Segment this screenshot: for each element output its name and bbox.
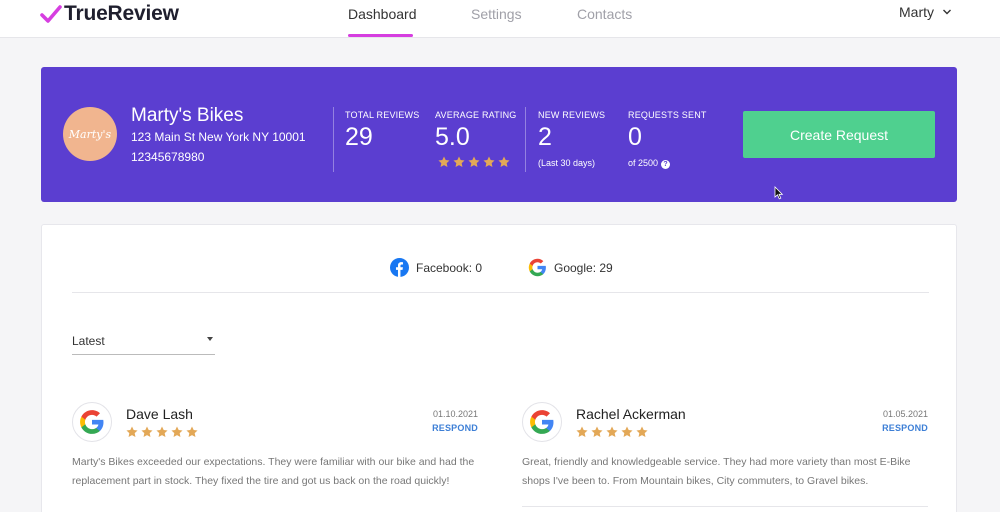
user-menu[interactable]: Marty <box>899 4 952 20</box>
chevron-down-icon <box>943 9 951 15</box>
star-icon <box>126 426 138 438</box>
google-icon <box>80 410 104 434</box>
requests-quota: of 2500? <box>628 158 671 169</box>
facebook-icon <box>390 258 409 277</box>
business-phone: 12345678980 <box>131 150 205 164</box>
source-facebook[interactable]: Facebook: 0 <box>390 258 482 277</box>
sort-value: Latest <box>72 334 105 348</box>
requests-sent-label: REQUESTS SENT <box>628 110 707 120</box>
review-date: 01.05.2021 <box>882 409 928 419</box>
logo[interactable]: TrueReview <box>40 2 179 26</box>
review-text: Great, friendly and knowledgeable servic… <box>522 456 911 487</box>
review-text: Marty's Bikes exceeded our expectations.… <box>72 456 475 487</box>
business-address: 123 Main St New York NY 10001 <box>131 130 306 144</box>
star-icon <box>171 426 183 438</box>
star-icon <box>576 426 588 438</box>
google-icon <box>530 410 554 434</box>
star-icon <box>186 426 198 438</box>
tab-dashboard[interactable]: Dashboard <box>348 6 417 22</box>
divider <box>525 107 526 172</box>
star-icon <box>453 156 465 168</box>
new-reviews-period: (Last 30 days) <box>538 158 596 168</box>
tab-contacts[interactable]: Contacts <box>577 6 632 22</box>
review-date: 01.10.2021 <box>432 409 478 419</box>
user-name: Marty <box>899 4 934 20</box>
reviewer-name: Rachel Ackerman <box>576 406 686 422</box>
star-icon <box>621 426 633 438</box>
review-stars <box>575 425 649 439</box>
total-reviews-value: 29 <box>345 123 373 151</box>
sort-select[interactable]: Latest <box>72 330 215 355</box>
divider <box>72 292 929 293</box>
mouse-cursor-icon <box>774 186 784 200</box>
reviewer-avatar <box>522 402 562 442</box>
active-tab-indicator <box>348 34 413 37</box>
avatar-logo-text: Marty's <box>68 127 112 141</box>
requests-quota-text: of 2500 <box>628 158 659 168</box>
average-rating-stars <box>437 155 511 169</box>
google-icon <box>528 258 546 277</box>
reviews-card: Facebook: 0 Google: 29 Latest Dave Lash … <box>41 224 957 512</box>
star-icon <box>468 156 480 168</box>
average-rating-label: AVERAGE RATING <box>435 110 517 120</box>
star-icon <box>591 426 603 438</box>
reviewer-avatar <box>72 402 112 442</box>
tab-settings[interactable]: Settings <box>471 6 522 22</box>
requests-sent-value: 0 <box>628 123 642 151</box>
source-google[interactable]: Google: 29 <box>528 258 613 277</box>
star-icon <box>606 426 618 438</box>
reviewer-name: Dave Lash <box>126 406 193 422</box>
total-reviews-label: TOTAL REVIEWS <box>345 110 420 120</box>
respond-link[interactable]: RESPOND <box>882 423 928 433</box>
google-count: Google: 29 <box>554 260 613 275</box>
review-stars <box>125 425 199 439</box>
help-icon[interactable]: ? <box>661 160 671 169</box>
star-icon <box>156 426 168 438</box>
divider <box>522 506 928 507</box>
business-name: Marty's Bikes <box>131 105 244 126</box>
respond-link[interactable]: RESPOND <box>432 423 478 433</box>
star-icon <box>636 426 648 438</box>
star-icon <box>483 156 495 168</box>
star-icon <box>141 426 153 438</box>
create-request-button[interactable]: Create Request <box>743 111 935 158</box>
average-rating-value: 5.0 <box>435 123 470 151</box>
divider <box>333 107 334 172</box>
business-avatar: Marty's <box>63 107 117 161</box>
facebook-count: Facebook: 0 <box>416 260 483 275</box>
star-icon <box>438 156 450 168</box>
checkmark-icon <box>40 5 62 23</box>
top-nav: TrueReview Dashboard Settings Contacts M… <box>0 0 1000 38</box>
business-banner: Marty's Marty's Bikes 123 Main St New Yo… <box>41 67 957 202</box>
new-reviews-value: 2 <box>538 123 552 151</box>
caret-down-icon <box>207 337 213 341</box>
app-name: TrueReview <box>64 2 179 25</box>
new-reviews-label: NEW REVIEWS <box>538 110 606 120</box>
star-icon <box>498 156 510 168</box>
